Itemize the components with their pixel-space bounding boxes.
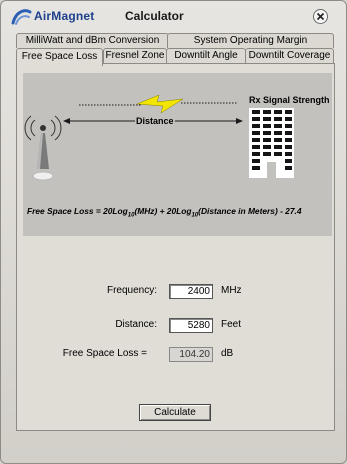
close-icon xyxy=(316,12,325,21)
frequency-unit: MHz xyxy=(221,285,242,296)
tab-free-space-loss[interactable]: Free Space Loss xyxy=(16,48,103,66)
airmagnet-logo: AirMagnet xyxy=(10,7,115,27)
distance-input[interactable] xyxy=(169,318,213,333)
tab-downtilt-angle[interactable]: Downtilt Angle xyxy=(166,48,246,63)
formula-middle: (MHz) + 20Log xyxy=(134,206,192,216)
calculator-window: AirMagnet Calculator MilliWatt and dBm C… xyxy=(0,0,347,464)
antenna-tower-icon xyxy=(24,115,62,181)
rx-signal-strength-label: Rx Signal Strength xyxy=(249,95,330,105)
tab-system-operating-margin[interactable]: System Operating Margin xyxy=(167,33,334,48)
airmagnet-logo-icon xyxy=(11,9,32,25)
lightning-bolt-icon xyxy=(136,94,184,114)
formula-end: (Distance in Meters) - 27.4 xyxy=(198,206,302,216)
formula-prefix: Free Space Loss = 20Log xyxy=(27,206,128,216)
tab-milliwatt-dbm-conversion[interactable]: MilliWatt and dBm Conversion xyxy=(16,33,169,48)
building-icon xyxy=(249,108,294,178)
tab-downtilt-coverage[interactable]: Downtilt Coverage xyxy=(245,48,334,63)
title-bar: AirMagnet Calculator xyxy=(1,1,346,31)
brand-name: AirMagnet xyxy=(34,9,95,23)
tab-fresnel-zone[interactable]: Fresnel Zone xyxy=(103,48,167,63)
free-space-loss-diagram: Distance Rx Signal Strength Free Space L… xyxy=(23,73,332,236)
frequency-input[interactable] xyxy=(169,284,213,299)
close-button[interactable] xyxy=(313,9,328,24)
distance-field-label: Distance: xyxy=(115,319,157,330)
distance-unit: Feet xyxy=(221,319,242,330)
free-space-loss-label: Free Space Loss = xyxy=(62,348,147,359)
free-space-loss-output: 104.20 xyxy=(169,347,213,362)
frequency-label: Frequency: xyxy=(106,285,157,296)
formula-text: Free Space Loss = 20Log10(MHz) + 20Log10… xyxy=(27,206,301,219)
window-title: Calculator xyxy=(125,9,184,23)
distance-label: Distance xyxy=(135,116,175,126)
calculate-button[interactable]: Calculate xyxy=(139,404,211,421)
free-space-loss-unit: dB xyxy=(221,348,234,359)
